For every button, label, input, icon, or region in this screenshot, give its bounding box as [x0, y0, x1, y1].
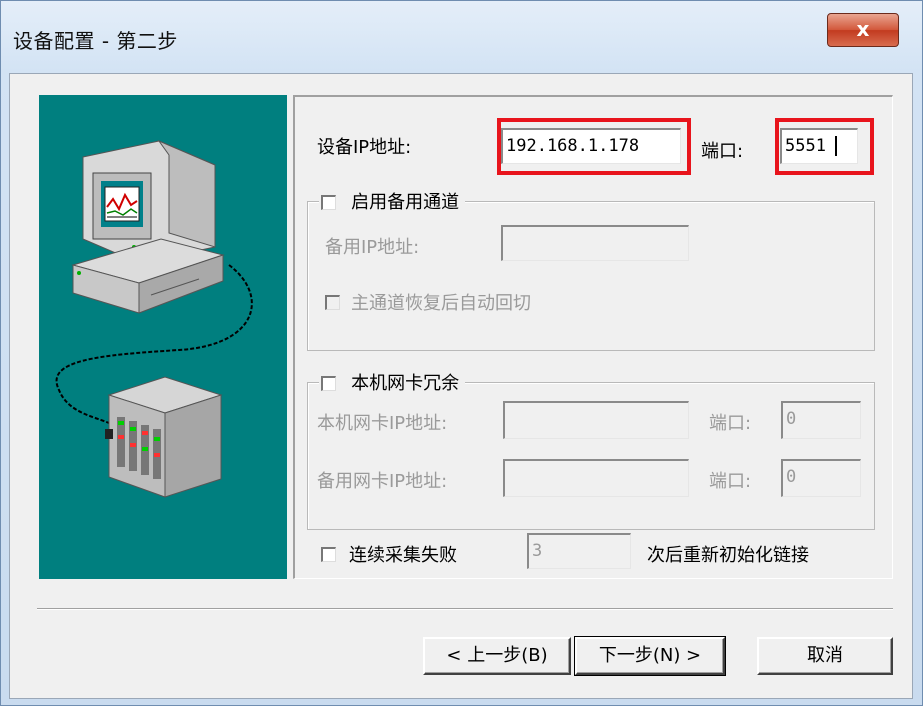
- port-highlight: [775, 118, 874, 175]
- close-button[interactable]: x: [827, 13, 899, 47]
- device-ip-label: 设备IP地址:: [317, 137, 412, 158]
- backup-channel-checkbox[interactable]: [321, 195, 336, 210]
- backup-nic-port-input[interactable]: 0: [781, 459, 861, 497]
- backup-nic-port-label: 端口:: [709, 471, 752, 492]
- backup-ip-label: 备用IP地址:: [325, 237, 420, 258]
- backup-channel-header: 启用备用通道: [319, 188, 466, 213]
- dialog-client-area: 设备IP地址: 192.168.1.178 端口: 5551 启用备用通道 备用…: [9, 73, 913, 699]
- nic-redundancy-label: 本机网卡冗余: [351, 373, 460, 394]
- retry-label: 连续采集失败: [349, 545, 457, 566]
- button-separator: [37, 608, 893, 610]
- local-nic-ip-input[interactable]: [503, 401, 689, 439]
- back-button[interactable]: < 上一步(B): [423, 637, 571, 675]
- nic-redundancy-header: 本机网卡冗余: [319, 369, 466, 394]
- cancel-button[interactable]: 取消: [757, 637, 893, 675]
- backup-channel-label: 启用备用通道: [351, 192, 460, 213]
- nic-redundancy-checkbox[interactable]: [321, 376, 336, 391]
- window-title: 设备配置 - 第二步: [13, 29, 178, 53]
- local-nic-port-input[interactable]: 0: [781, 401, 861, 439]
- illustration-panel: [39, 95, 287, 579]
- local-nic-ip-label: 本机网卡IP地址:: [317, 413, 448, 434]
- auto-switch-checkbox[interactable]: [325, 295, 340, 310]
- port-label: 端口:: [701, 141, 744, 162]
- backup-nic-ip-label: 备用网卡IP地址:: [317, 471, 448, 492]
- retry-suffix-label: 次后重新初始化链接: [647, 545, 809, 566]
- backup-channel-group: [307, 201, 875, 351]
- computer-icon: [71, 139, 225, 314]
- local-nic-port-label: 端口:: [709, 413, 752, 434]
- computer-device-illustration: [55, 139, 253, 498]
- dialog-window: 设备配置 - 第二步 x 设备IP地址: 192.168.1.178 端口: 5…: [0, 0, 923, 706]
- settings-frame: 设备IP地址: 192.168.1.178 端口: 5551 启用备用通道 备用…: [293, 95, 893, 579]
- close-icon: x: [856, 17, 870, 41]
- next-button[interactable]: 下一步(N) >: [574, 636, 726, 676]
- auto-switch-label: 主通道恢复后自动回切: [351, 293, 531, 314]
- title-bar[interactable]: 设备配置 - 第二步 x: [1, 1, 923, 73]
- server-rack-icon: [105, 376, 223, 498]
- backup-nic-ip-input[interactable]: [503, 459, 689, 497]
- device-ip-highlight: [497, 118, 691, 175]
- retry-checkbox[interactable]: [321, 547, 336, 562]
- backup-ip-input[interactable]: [501, 225, 689, 261]
- retry-count-input[interactable]: 3: [527, 533, 631, 569]
